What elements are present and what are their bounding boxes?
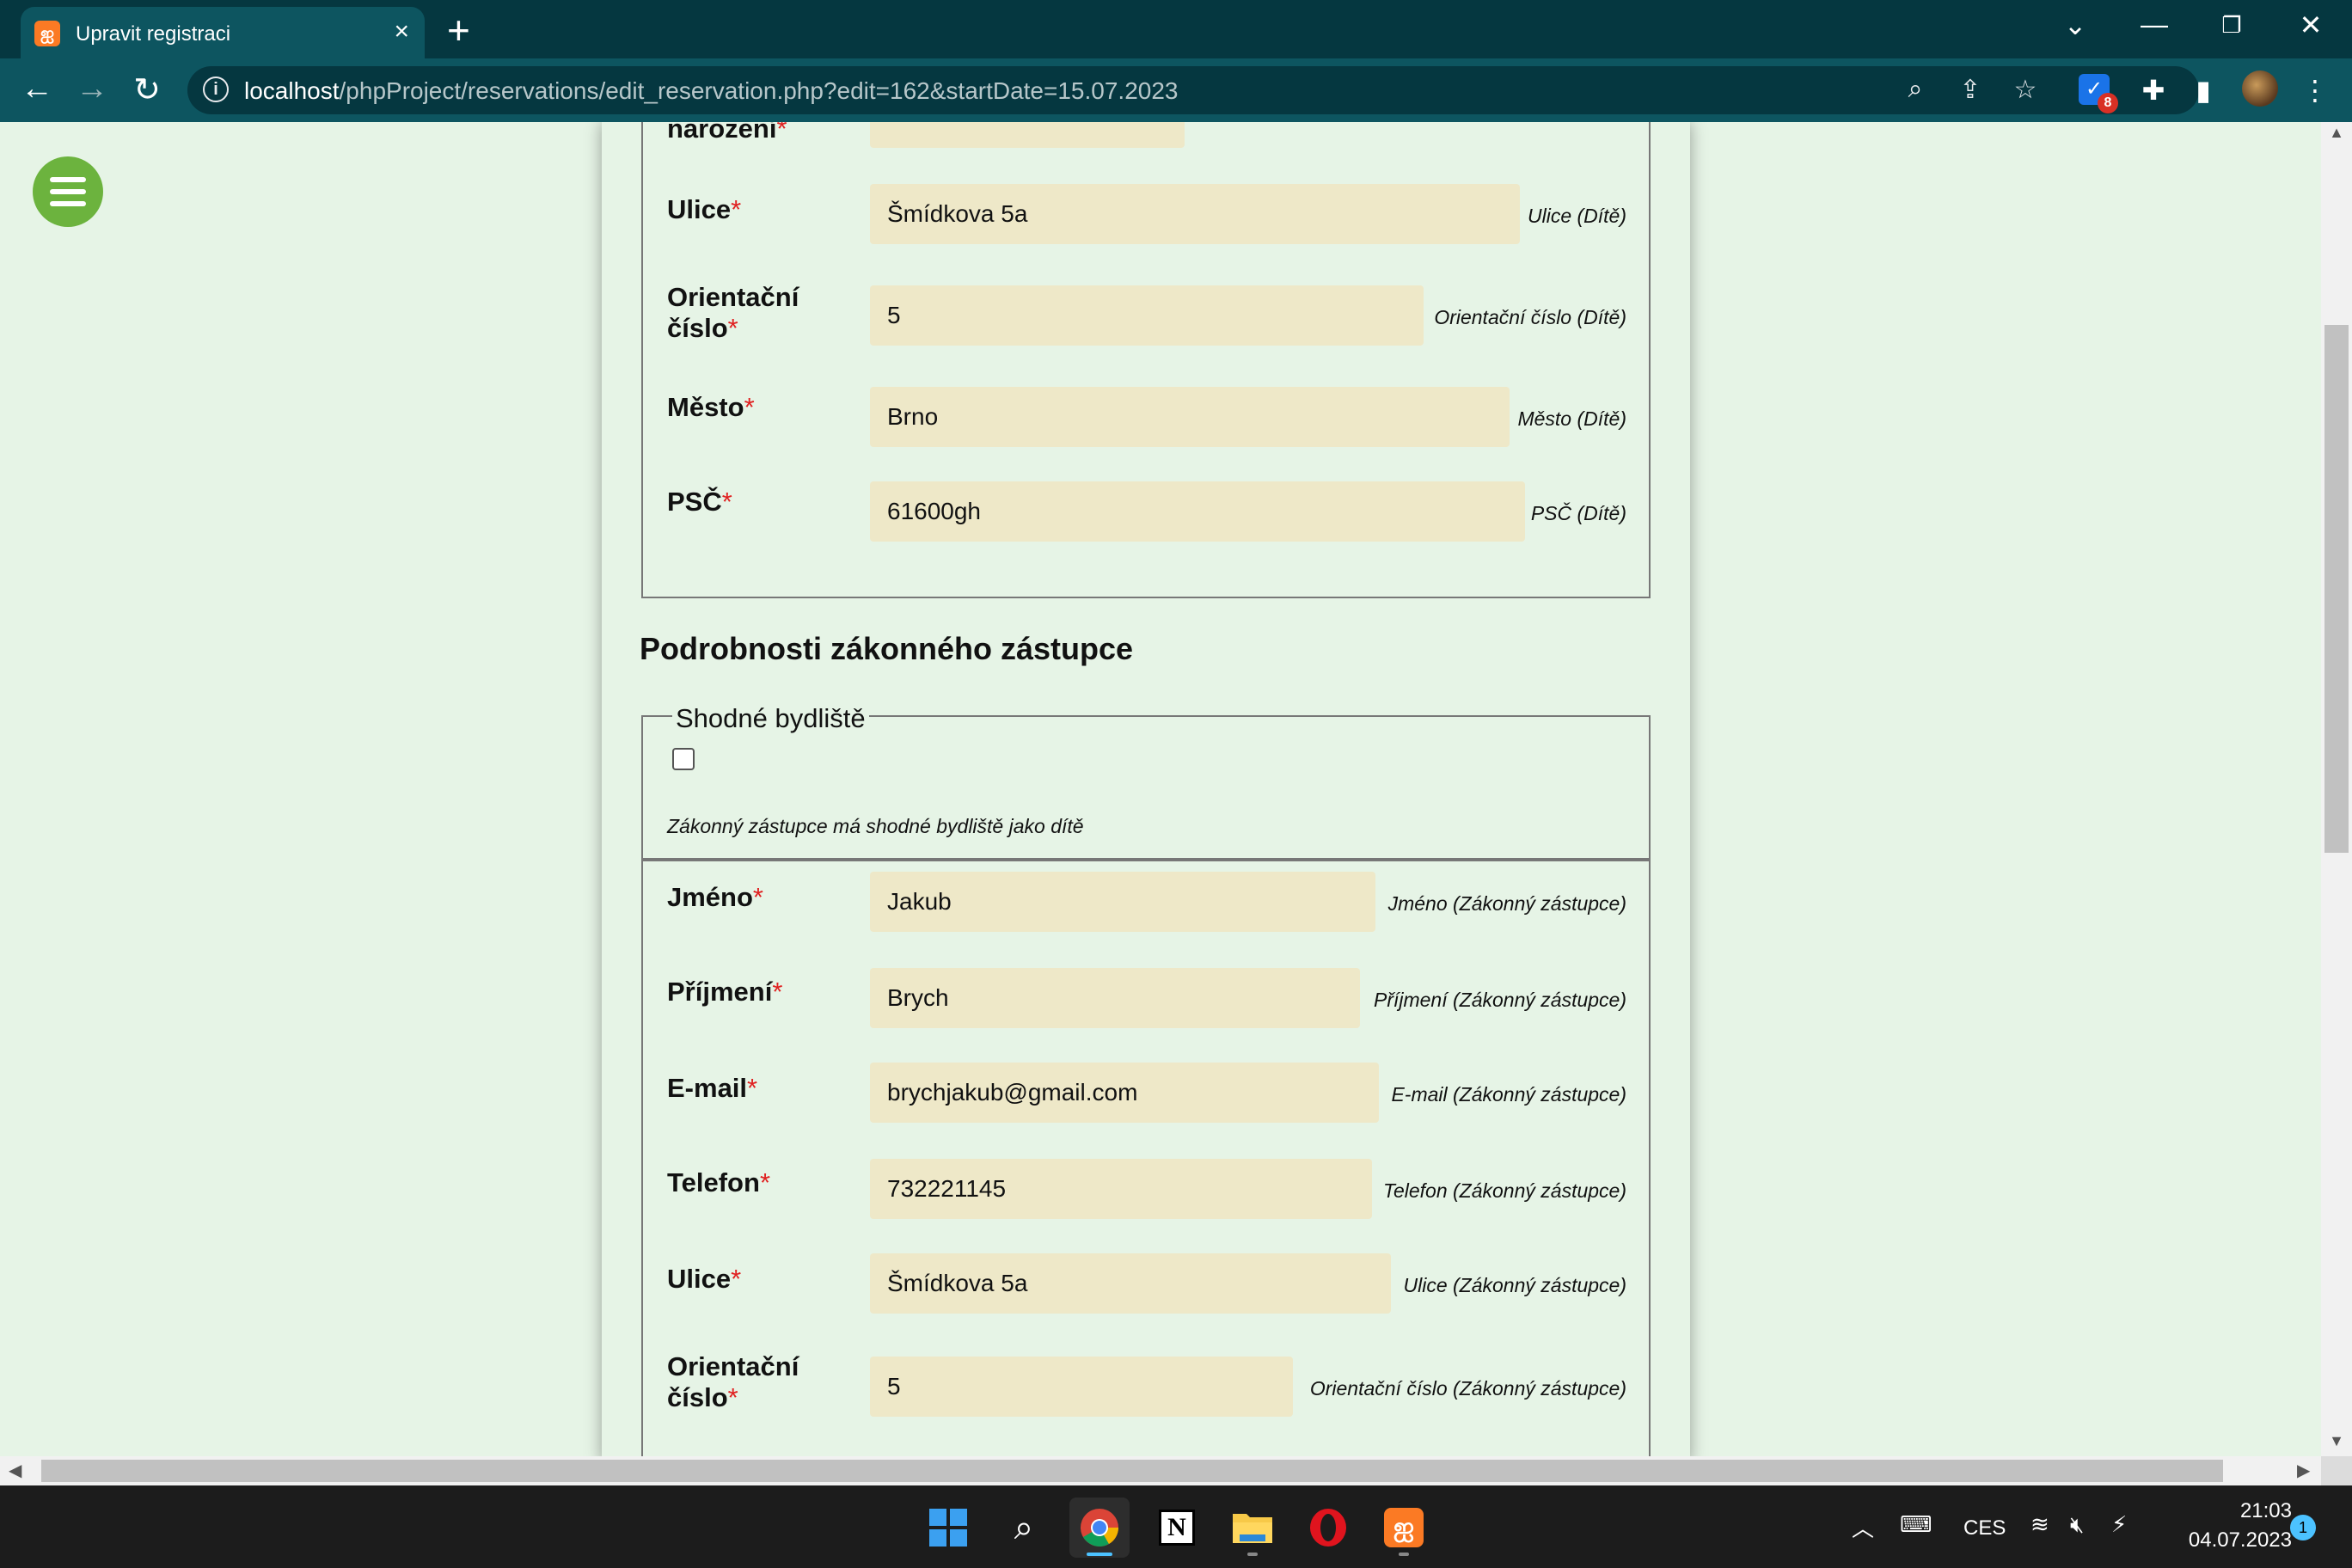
legal-phone-input[interactable]: 732221145 [870, 1159, 1372, 1219]
legal-house-number-label: Orientační číslo* [667, 1351, 799, 1412]
xampp-icon[interactable]: ஐ [1374, 1498, 1434, 1558]
share-icon[interactable]: ⇪ [1953, 75, 1988, 105]
notification-badge[interactable]: 1 [2290, 1515, 2316, 1540]
scroll-down-arrow-icon[interactable]: ▼ [2321, 1432, 2352, 1450]
tab-title: Upravit registraci [76, 22, 231, 46]
scroll-right-arrow-icon[interactable]: ▶ [2297, 1460, 2310, 1481]
same-address-legend: Shodné bydliště [672, 703, 869, 734]
forward-arrow-icon[interactable]: → [70, 70, 113, 107]
site-info-icon[interactable]: i [203, 77, 229, 102]
page-viewport: narození* Ulice* Šmídkova 5a Ulice (Dítě… [0, 122, 2321, 1456]
clock-time[interactable]: 21:03 [2214, 1499, 2292, 1523]
child-zip-hint: PSČ (Dítě) [1530, 502, 1626, 524]
vertical-scroll-thumb[interactable] [2324, 325, 2349, 853]
child-street-hint: Ulice (Dítě) [1527, 205, 1626, 227]
minimize-button[interactable]: — [2128, 9, 2180, 40]
legal-phone-label: Telefon* [667, 1167, 771, 1197]
xampp-favicon-icon: ஐ [34, 21, 60, 46]
child-city-input[interactable]: Brno [870, 387, 1510, 447]
battery-charging-icon[interactable]: ⚡︎ [2111, 1511, 2127, 1538]
legal-firstname-hint: Jméno (Zákonný zástupce) [1387, 892, 1626, 915]
same-address-checkbox[interactable] [672, 748, 695, 770]
close-window-button[interactable]: ✕ [2285, 9, 2337, 41]
legal-lastname-label: Příjmení* [667, 977, 783, 1007]
legal-phone-hint: Telefon (Zákonný zástupce) [1383, 1179, 1626, 1202]
legal-firstname-input[interactable]: Jakub [870, 872, 1375, 932]
child-zip-label: PSČ* [667, 487, 732, 517]
horizontal-scrollbar[interactable]: ◀ ▶ [0, 1456, 2321, 1485]
legal-lastname-hint: Příjmení (Zákonný zástupce) [1373, 989, 1626, 1011]
clock-date[interactable]: 04.07.2023 [2166, 1528, 2292, 1553]
child-city-hint: Město (Dítě) [1517, 407, 1626, 430]
search-icon[interactable]: ⌕ [994, 1498, 1054, 1558]
legal-street-label: Ulice* [667, 1264, 742, 1294]
zoom-search-icon[interactable]: ⌕ [1898, 75, 1932, 104]
input-language[interactable]: CES [1963, 1516, 2006, 1540]
volume-muted-icon[interactable]: 🔇︎ [2070, 1511, 2084, 1539]
windows-start-icon[interactable] [918, 1498, 978, 1558]
form-container: narození* Ulice* Šmídkova 5a Ulice (Dítě… [602, 122, 1690, 1456]
same-address-hint: Zákonný zástupce má shodné bydliště jako… [667, 815, 1084, 837]
profile-avatar[interactable] [2242, 70, 2278, 107]
browser-toolbar: ← → ↻ i localhost/phpProject/reservation… [0, 58, 2352, 122]
legal-representative-heading: Podrobnosti zákonného zástupce [640, 631, 1134, 666]
url-host: localhost [244, 77, 340, 104]
child-zip-input[interactable]: 61600gh [870, 481, 1525, 542]
legal-house-number-input[interactable]: 5 [870, 1357, 1293, 1417]
hamburger-menu-icon[interactable] [33, 156, 103, 227]
extension-checkbox-icon[interactable]: ✓ 8 [2079, 74, 2118, 113]
child-street-label: Ulice* [667, 194, 742, 224]
browser-tab-bar: ஐ Upravit registraci × + ⌄ — ❐ ✕ [0, 0, 2352, 58]
birthdate-label-partial: narození* [667, 122, 787, 144]
child-house-number-input[interactable]: 5 [870, 285, 1424, 346]
file-explorer-icon[interactable] [1222, 1498, 1283, 1558]
legal-street-input[interactable]: Šmídkova 5a [870, 1253, 1391, 1314]
side-panel-icon[interactable]: ▮ [2184, 74, 2223, 107]
child-street-input[interactable]: Šmídkova 5a [870, 184, 1520, 244]
notion-icon[interactable]: N [1147, 1498, 1207, 1558]
legal-email-input[interactable]: brychjakub@gmail.com [870, 1063, 1379, 1123]
child-house-number-label: Orientační číslo* [667, 282, 799, 343]
browser-tab[interactable]: ஐ Upravit registraci × [21, 7, 425, 58]
menu-kebab-icon[interactable]: ⋮ [2295, 74, 2335, 107]
extension-badge-count: 8 [2098, 93, 2118, 113]
legal-email-label: E-mail* [667, 1073, 758, 1103]
back-arrow-icon[interactable]: ← [15, 70, 58, 107]
child-city-label: Město* [667, 392, 755, 422]
vertical-scrollbar[interactable]: ▲ ▼ [2321, 122, 2352, 1456]
url-path: /phpProject/reservations/edit_reservatio… [339, 77, 1179, 104]
extensions-puzzle-icon[interactable]: ✚ [2134, 74, 2173, 107]
reload-icon[interactable]: ↻ [126, 70, 168, 109]
scroll-left-arrow-icon[interactable]: ◀ [9, 1460, 21, 1481]
restore-button[interactable]: ❐ [2206, 12, 2257, 39]
legal-house-number-hint: Orientační číslo (Zákonný zástupce) [1309, 1377, 1626, 1400]
birthdate-input[interactable] [870, 122, 1185, 148]
legal-email-hint: E-mail (Zákonný zástupce) [1391, 1083, 1626, 1106]
chrome-icon[interactable] [1069, 1498, 1130, 1558]
show-hidden-icons-chevron-icon[interactable]: ︿ [1852, 1511, 1874, 1543]
child-house-number-hint: Orientační číslo (Dítě) [1434, 306, 1626, 328]
tab-search-chevron-icon[interactable]: ⌄ [2049, 9, 2101, 41]
opera-icon[interactable] [1298, 1498, 1358, 1558]
tab-close-icon[interactable]: × [394, 17, 409, 46]
same-address-fieldset: Shodné bydliště Zákonný zástupce má shod… [641, 703, 1651, 860]
legal-firstname-label: Jméno* [667, 882, 763, 912]
windows-taskbar: ⌕ N ஐ ︿ ⌨ CES ≋ 🔇︎ ⚡︎ 21:03 04.07.2023 1 [0, 1485, 2352, 1568]
child-details-fieldset: narození* Ulice* Šmídkova 5a Ulice (Dítě… [641, 122, 1651, 598]
scrollbar-corner [2321, 1456, 2352, 1485]
wifi-icon[interactable]: ≋ [2030, 1511, 2049, 1538]
url-text[interactable]: localhost/phpProject/reservations/edit_r… [244, 77, 1179, 105]
horizontal-scroll-thumb[interactable] [41, 1460, 2223, 1482]
touch-keyboard-icon[interactable]: ⌨ [1900, 1511, 1932, 1538]
new-tab-button[interactable]: + [447, 7, 470, 53]
legal-representative-fieldset: Jméno* Jakub Jméno (Zákonný zástupce) Př… [641, 860, 1651, 1456]
address-bar[interactable]: i localhost/phpProject/reservations/edit… [187, 66, 2199, 114]
legal-street-hint: Ulice (Zákonný zástupce) [1403, 1274, 1627, 1296]
bookmark-star-icon[interactable]: ☆ [2008, 75, 2043, 105]
legal-lastname-input[interactable]: Brych [870, 968, 1360, 1028]
scroll-up-arrow-icon[interactable]: ▲ [2321, 124, 2352, 142]
